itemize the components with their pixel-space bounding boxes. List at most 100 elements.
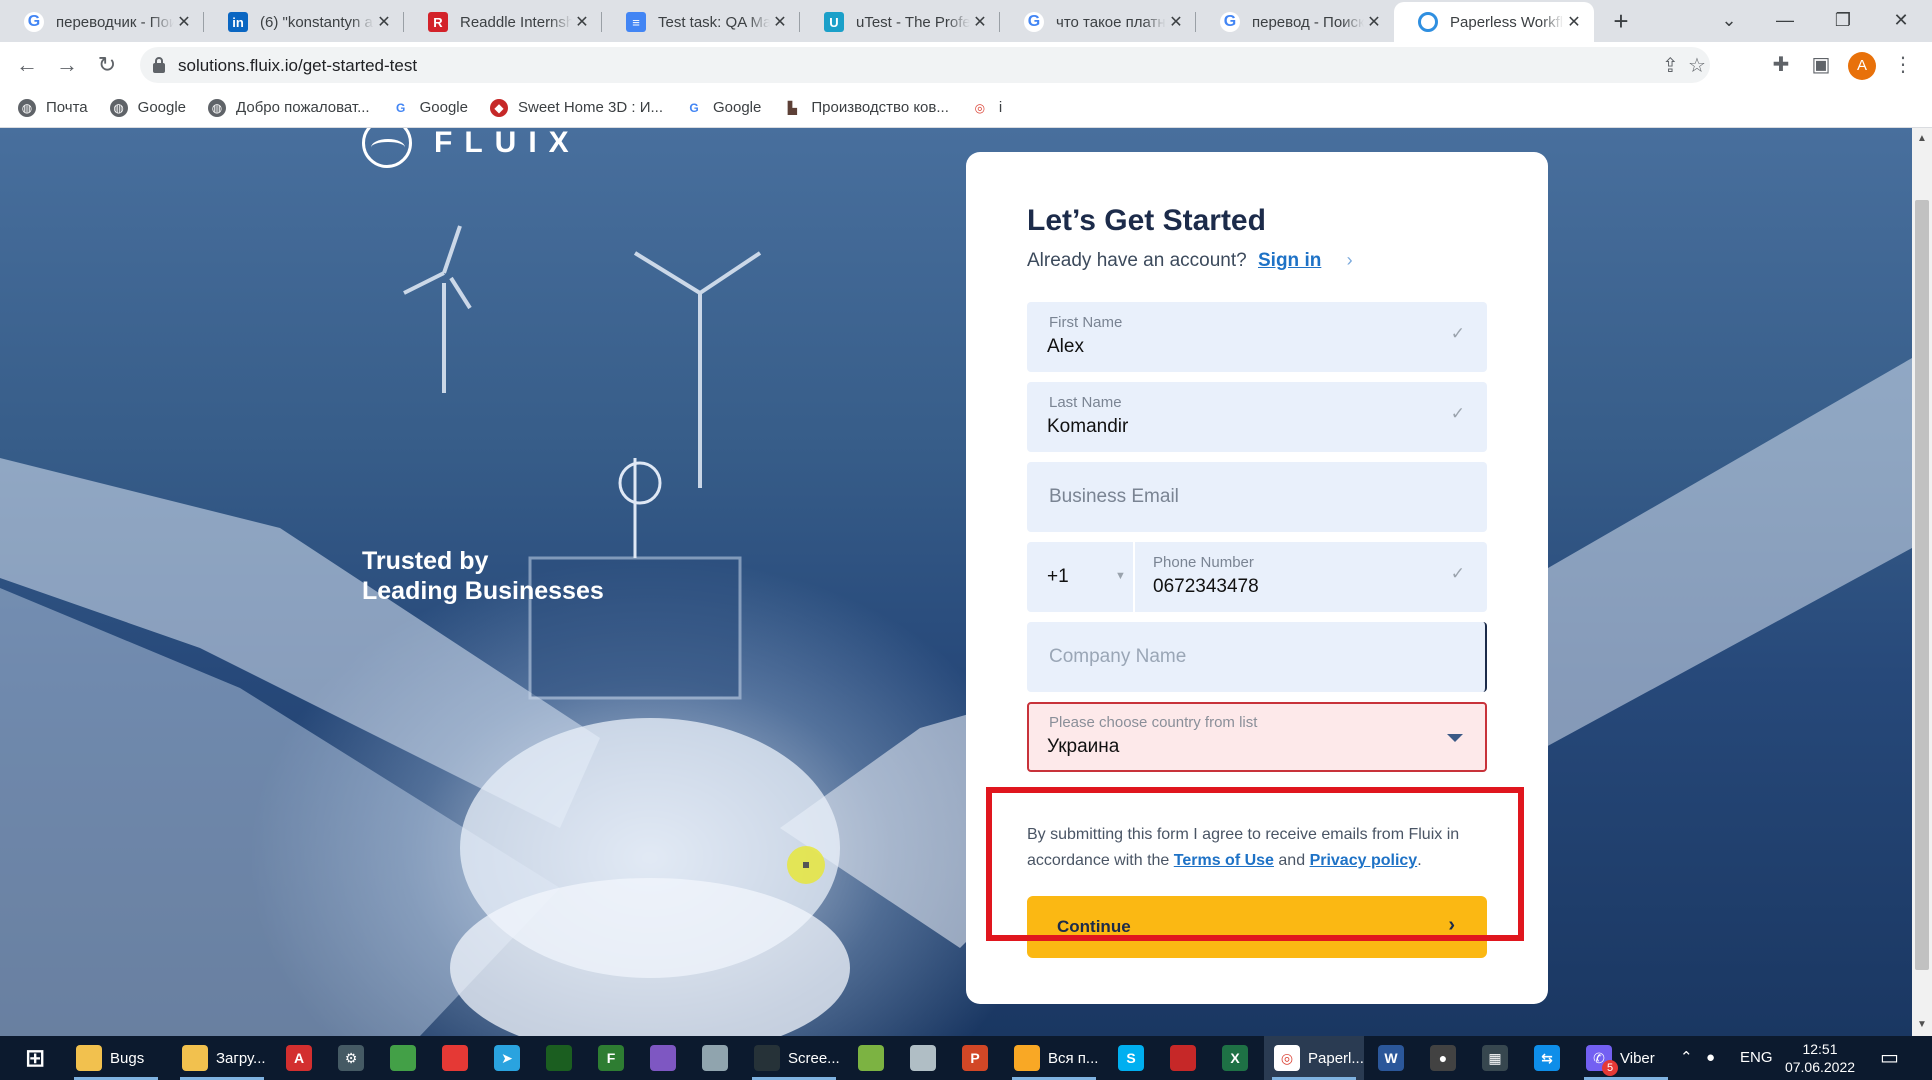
- lock-icon[interactable]: [152, 56, 166, 74]
- minimize-button[interactable]: —: [1756, 0, 1814, 40]
- taskbar-item[interactable]: Bugs: [66, 1036, 166, 1080]
- taskbar-item[interactable]: Scree...: [744, 1036, 844, 1080]
- taskbar-item[interactable]: [692, 1036, 738, 1080]
- business-email-field[interactable]: Business Email: [1027, 462, 1487, 532]
- taskbar-item[interactable]: ⚙: [328, 1036, 374, 1080]
- phone-country-code[interactable]: +1: [1047, 566, 1069, 588]
- taskbar-item[interactable]: Загру...: [172, 1036, 272, 1080]
- chevron-up-icon[interactable]: ⌃: [1680, 1036, 1693, 1080]
- tab-search-icon[interactable]: ⌄: [1700, 0, 1758, 40]
- close-tab-icon[interactable]: ✕: [970, 12, 990, 32]
- close-tab-icon[interactable]: ✕: [374, 12, 394, 32]
- extensions-icon[interactable]: ✚: [1766, 50, 1796, 80]
- form-title: Let’s Get Started: [1027, 204, 1266, 237]
- forward-arrow-icon[interactable]: →: [52, 50, 82, 80]
- browser-tab[interactable]: Gпереводчик - Поиск в Google✕: [0, 2, 204, 42]
- taskbar-item[interactable]: A: [276, 1036, 322, 1080]
- phone-value[interactable]: 0672343478: [1153, 576, 1259, 598]
- last-name-value[interactable]: Komandir: [1047, 416, 1128, 438]
- taskbar-item[interactable]: X: [1212, 1036, 1258, 1080]
- clock[interactable]: 12:51 07.06.2022: [1780, 1040, 1860, 1076]
- taskbar-item[interactable]: ✆ Viber 5: [1576, 1036, 1676, 1080]
- bookmark-item[interactable]: ◍ Добро пожаловат...: [208, 98, 370, 117]
- taskbar-item[interactable]: [848, 1036, 894, 1080]
- bookmark-label: Google: [712, 99, 762, 116]
- taskbar-item[interactable]: [432, 1036, 478, 1080]
- taskbar-item[interactable]: F: [588, 1036, 634, 1080]
- browser-tab[interactable]: R Readdle Internship✕: [404, 2, 602, 42]
- business-email-placeholder[interactable]: Business Email: [1049, 486, 1179, 508]
- fluix-logo[interactable]: FLUIX: [362, 128, 581, 168]
- taskbar-item[interactable]: ⇆: [1524, 1036, 1570, 1080]
- last-name-field[interactable]: Last Name Komandir ✓: [1027, 382, 1487, 452]
- bookmark-item[interactable]: G Google: [391, 98, 468, 117]
- back-arrow-icon[interactable]: ←: [12, 50, 42, 80]
- close-tab-icon[interactable]: ✕: [1166, 12, 1186, 32]
- word-icon: W: [1378, 1045, 1404, 1071]
- language-indicator[interactable]: ENG: [1740, 1036, 1773, 1080]
- close-tab-icon[interactable]: ✕: [1564, 12, 1584, 32]
- close-tab-icon[interactable]: ✕: [174, 12, 194, 32]
- taskbar-item[interactable]: S: [1108, 1036, 1154, 1080]
- browser-tab[interactable]: Paperless Workflow✕: [1394, 2, 1594, 42]
- chevron-right-icon[interactable]: ›: [1347, 250, 1353, 270]
- scrollbar-thumb[interactable]: [1915, 200, 1929, 970]
- folder-download-icon: [182, 1045, 208, 1071]
- reload-icon[interactable]: ↻: [92, 50, 122, 80]
- taskbar-item[interactable]: ●: [1420, 1036, 1466, 1080]
- browser-tab[interactable]: UuTest - The Professional✕: [800, 2, 1000, 42]
- taskbar-item[interactable]: Вся п...: [1004, 1036, 1104, 1080]
- sign-in-link[interactable]: Sign in: [1258, 250, 1321, 271]
- scroll-up-arrow-icon[interactable]: ▲: [1915, 132, 1929, 146]
- dropdown-arrow-icon[interactable]: [1447, 734, 1463, 742]
- taskbar-item[interactable]: [380, 1036, 426, 1080]
- close-window-button[interactable]: ✕: [1872, 0, 1930, 40]
- profile-avatar[interactable]: A: [1848, 52, 1876, 80]
- tray-app-icon[interactable]: ●: [1706, 1036, 1715, 1080]
- bookmark-star-icon[interactable]: ☆: [1688, 53, 1706, 78]
- close-tab-icon[interactable]: ✕: [1364, 12, 1384, 32]
- first-name-value[interactable]: Alex: [1047, 336, 1084, 358]
- taskbar-item[interactable]: ◎ Paperl...: [1264, 1036, 1364, 1080]
- company-name-placeholder[interactable]: Company Name: [1049, 646, 1186, 668]
- bookmark-item[interactable]: ◍ Почта: [18, 98, 88, 117]
- notifications-icon[interactable]: ▭: [1880, 1036, 1899, 1080]
- close-tab-icon[interactable]: ✕: [572, 12, 592, 32]
- chevron-down-icon[interactable]: ▼: [1115, 570, 1126, 582]
- taskbar-item[interactable]: ▦: [1472, 1036, 1518, 1080]
- address-bar[interactable]: solutions.fluix.io/get-started-test ⇪ ☆: [140, 47, 1710, 83]
- browser-tab[interactable]: in (6) "konstantyn and"✕: [204, 2, 404, 42]
- taskbar-item[interactable]: ⊞: [12, 1036, 58, 1080]
- browser-tab[interactable]: Gчто такое платность✕: [1000, 2, 1196, 42]
- side-panel-icon[interactable]: ▣: [1806, 50, 1836, 80]
- close-tab-icon[interactable]: ✕: [770, 12, 790, 32]
- taskbar-item[interactable]: W: [1368, 1036, 1414, 1080]
- new-tab-button[interactable]: +: [1606, 6, 1636, 36]
- taskbar-item[interactable]: [536, 1036, 582, 1080]
- taskbar-item[interactable]: [900, 1036, 946, 1080]
- bookmark-item[interactable]: ◍ Google: [109, 98, 186, 117]
- browser-tab[interactable]: ≡ Test task: QA Manual✕: [602, 2, 800, 42]
- docs-icon: ≡: [626, 12, 646, 32]
- taskbar-item[interactable]: P: [952, 1036, 998, 1080]
- taskbar-item[interactable]: [1160, 1036, 1206, 1080]
- menu-kebab-icon[interactable]: ⋮: [1888, 50, 1918, 80]
- url-text[interactable]: solutions.fluix.io/get-started-test: [178, 56, 417, 76]
- bookmark-item[interactable]: ◆ Sweet Home 3D : И...: [489, 98, 663, 117]
- country-value[interactable]: Украина: [1047, 736, 1119, 758]
- country-select[interactable]: Please choose country from list Украина: [1027, 702, 1487, 772]
- phone-field[interactable]: +1 ▼ Phone Number 0672343478 ✓: [1027, 542, 1487, 612]
- restore-button[interactable]: ❐: [1814, 0, 1872, 40]
- bookmark-item[interactable]: G Google: [684, 98, 762, 117]
- bookmark-item[interactable]: ▙ Производство ков...: [783, 98, 949, 117]
- taskbar-item[interactable]: ➤: [484, 1036, 530, 1080]
- scroll-down-arrow-icon[interactable]: ▼: [1915, 1018, 1929, 1032]
- taskbar-item-label: Bugs: [110, 1049, 145, 1067]
- share-icon[interactable]: ⇪: [1662, 53, 1679, 78]
- browser-tab[interactable]: Gперевод - Поиск в Google✕: [1196, 2, 1394, 42]
- excel-icon: X: [1222, 1045, 1248, 1071]
- taskbar-item[interactable]: [640, 1036, 686, 1080]
- bookmark-item[interactable]: ◎ i: [970, 98, 1002, 117]
- company-name-field[interactable]: Company Name: [1027, 622, 1487, 692]
- first-name-field[interactable]: First Name Alex ✓: [1027, 302, 1487, 372]
